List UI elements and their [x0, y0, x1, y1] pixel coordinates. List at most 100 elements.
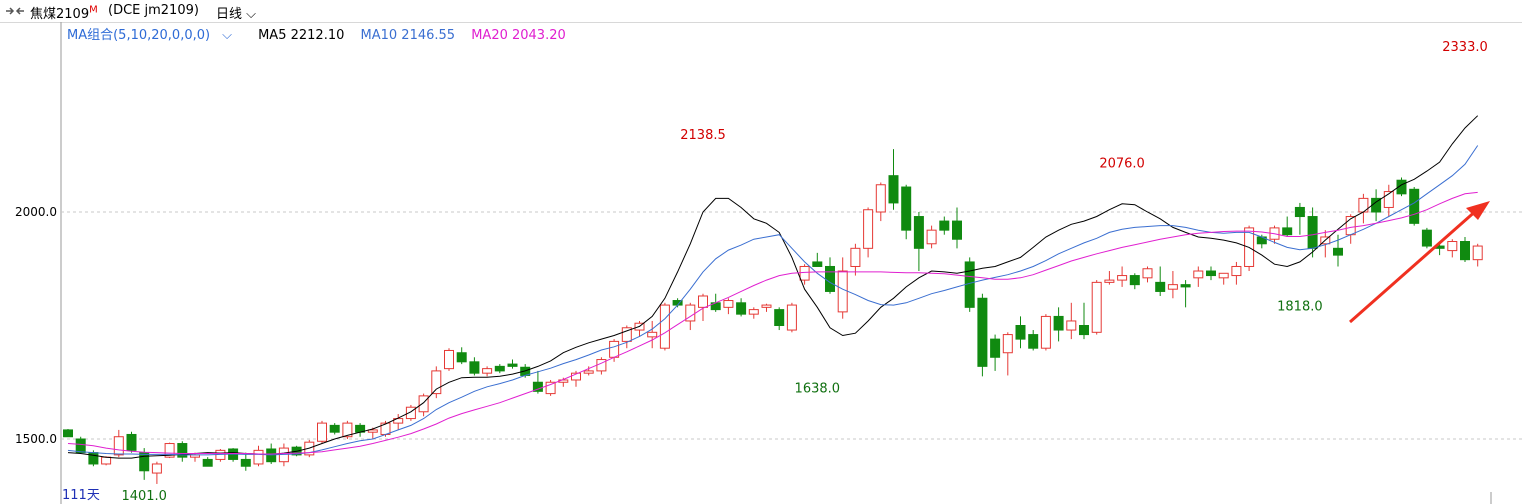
candle-body-up	[748, 309, 759, 315]
candle-body-down	[1409, 188, 1420, 224]
candle[interactable]	[977, 293, 988, 377]
candle-body-down	[1421, 229, 1432, 247]
candle[interactable]	[1472, 243, 1483, 267]
candle[interactable]	[748, 307, 759, 319]
candle[interactable]	[621, 325, 632, 349]
candle[interactable]	[1053, 307, 1064, 342]
candle[interactable]	[1371, 189, 1382, 222]
candle[interactable]	[177, 441, 188, 462]
candle[interactable]	[1129, 273, 1140, 290]
candle[interactable]	[329, 423, 340, 435]
candle[interactable]	[1002, 332, 1013, 376]
candle[interactable]	[1104, 271, 1115, 285]
candle[interactable]	[863, 207, 874, 258]
candle[interactable]	[1180, 280, 1191, 308]
candle-body-up	[799, 265, 810, 281]
candle-body-down	[75, 438, 86, 454]
candle[interactable]	[1079, 302, 1089, 340]
candle-body-up	[545, 381, 556, 395]
candle[interactable]	[1282, 216, 1293, 237]
candle[interactable]	[1447, 239, 1458, 258]
candle[interactable]	[850, 243, 861, 276]
candle[interactable]	[1066, 302, 1077, 340]
candle-body-up	[1091, 281, 1102, 333]
candle[interactable]	[825, 257, 835, 294]
candle-body-up	[1002, 334, 1013, 354]
candle[interactable]	[1218, 272, 1229, 285]
candle[interactable]	[253, 445, 264, 467]
candle[interactable]	[1409, 187, 1420, 226]
candlestick-chart[interactable]: 1500.0 2000.0 2138.5 1638.0 2076.0 1818.0 2333…	[0, 0, 1522, 504]
high-annotation: 2138.5	[680, 128, 726, 143]
candle[interactable]	[1421, 227, 1432, 249]
candle[interactable]	[456, 347, 467, 365]
ma10-line	[67, 145, 1479, 456]
candle[interactable]	[545, 379, 556, 396]
candle[interactable]	[444, 348, 454, 371]
candle[interactable]	[1333, 234, 1343, 267]
candle[interactable]	[786, 302, 797, 333]
candle-body-down	[1307, 216, 1318, 249]
candle[interactable]	[469, 357, 480, 376]
candle[interactable]	[1383, 184, 1394, 217]
candle[interactable]	[939, 216, 950, 235]
candle[interactable]	[113, 429, 124, 458]
candle[interactable]	[1307, 207, 1318, 258]
candle-body-down	[990, 338, 1001, 358]
candle[interactable]	[482, 366, 493, 377]
candle[interactable]	[228, 448, 239, 462]
candle[interactable]	[494, 364, 505, 374]
candle[interactable]	[507, 359, 518, 369]
candle[interactable]	[723, 298, 734, 315]
candle[interactable]	[355, 423, 366, 437]
candle[interactable]	[736, 298, 747, 317]
candle[interactable]	[1015, 316, 1026, 349]
candle[interactable]	[952, 207, 962, 249]
candle[interactable]	[1206, 266, 1216, 281]
candle[interactable]	[431, 366, 442, 399]
low-annotation: 1401.0	[121, 489, 167, 504]
candle[interactable]	[774, 307, 785, 331]
candle-body-up	[418, 395, 429, 413]
candle-body-down	[1053, 315, 1064, 331]
candle[interactable]	[151, 461, 162, 484]
candle[interactable]	[1117, 266, 1128, 287]
candle[interactable]	[672, 298, 683, 308]
candle-body-down	[469, 361, 480, 374]
candle[interactable]	[990, 334, 1001, 371]
candle[interactable]	[1231, 261, 1242, 285]
candle[interactable]	[1167, 271, 1178, 299]
candle[interactable]	[1460, 236, 1470, 262]
candle[interactable]	[1155, 266, 1166, 296]
candle-body-up	[1040, 315, 1051, 349]
y-tick-label: 1500.0	[15, 432, 57, 446]
candle-body-down	[456, 352, 467, 363]
candle[interactable]	[761, 303, 772, 312]
candle[interactable]	[926, 225, 937, 249]
candle-body-up	[786, 304, 797, 331]
candle[interactable]	[812, 252, 823, 267]
candle[interactable]	[126, 431, 137, 453]
candle[interactable]	[1193, 266, 1204, 287]
candle[interactable]	[1358, 193, 1369, 224]
candle[interactable]	[888, 149, 899, 210]
candle[interactable]	[596, 357, 607, 375]
candle[interactable]	[202, 457, 213, 467]
candle[interactable]	[1040, 314, 1051, 351]
candle[interactable]	[63, 429, 73, 438]
candle[interactable]	[1028, 330, 1039, 351]
candle[interactable]	[1294, 202, 1305, 235]
candle[interactable]	[659, 302, 670, 351]
candle[interactable]	[1091, 280, 1102, 335]
candle[interactable]	[1142, 266, 1153, 283]
candle[interactable]	[317, 420, 327, 444]
candle[interactable]	[647, 320, 658, 349]
candle[interactable]	[139, 448, 150, 480]
candle[interactable]	[571, 370, 581, 387]
candle[interactable]	[913, 212, 924, 272]
candle[interactable]	[901, 184, 912, 240]
candle-body-up	[101, 456, 112, 465]
candle[interactable]	[875, 182, 886, 222]
candle[interactable]	[240, 452, 251, 471]
candle[interactable]	[215, 448, 226, 462]
